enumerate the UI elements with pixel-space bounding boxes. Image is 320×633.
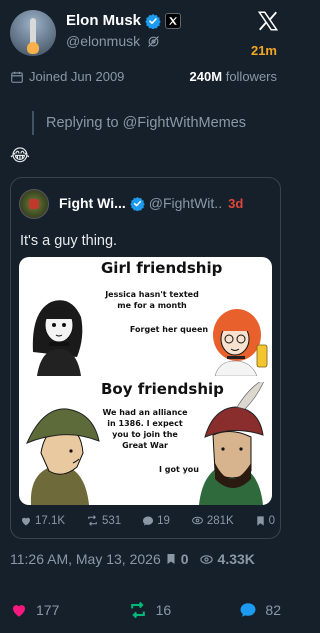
views-eye-icon (191, 514, 204, 527)
followers-label: followers (225, 69, 277, 84)
bookmark-icon (165, 552, 177, 566)
post-age: 21m (250, 43, 277, 58)
x-logo-icon[interactable] (257, 10, 279, 32)
joined-date: Joined Jun 2009 (10, 69, 124, 84)
quoted-bookmarks[interactable]: 0 (255, 515, 275, 527)
quoted-stats-row: 17.1K 531 19 281K 0 (20, 514, 275, 527)
profile-meta-row: Joined Jun 2009 240M followers (10, 69, 281, 84)
meme-top-title: Girl friendship (101, 259, 223, 277)
x-affiliate-badge-icon (165, 12, 182, 29)
tweet-text: 😂 (10, 146, 30, 165)
repost-button[interactable]: 16 (128, 600, 172, 620)
quoted-header: Fight Wi... @FightWit.. 3d (59, 195, 243, 211)
views-eye-icon (199, 552, 214, 567)
meme-top-line2: me for a month (117, 301, 187, 310)
flame-graphic (27, 42, 39, 54)
verified-badge-icon (145, 13, 161, 29)
meme-top-line3: Forget her queen (129, 325, 209, 334)
quoted-replies[interactable]: 19 (142, 515, 170, 527)
reply-bubble-icon (239, 601, 257, 619)
quoted-likes[interactable]: 17.1K (20, 515, 65, 527)
footer-bookmarks[interactable]: 0 (165, 551, 189, 567)
avatar[interactable] (10, 10, 56, 56)
quoted-reposts-count: 531 (101, 514, 122, 527)
thread-line (32, 111, 34, 135)
replies-count: 82 (265, 602, 281, 618)
meme-image[interactable]: Girl friendship Jessica hasn't texted me… (19, 257, 272, 505)
verified-badge-icon (130, 196, 145, 211)
followers-number: 240M (189, 69, 223, 84)
heart-icon (20, 515, 32, 527)
rocket-graphic (30, 18, 36, 44)
joined-label: Joined Jun 2009 (29, 69, 125, 84)
quoted-likes-count: 17.1K (35, 514, 66, 527)
author-handle[interactable]: @elonmusk (66, 33, 140, 49)
meme-bottom-line1: We had an alliance (102, 408, 188, 417)
author-name-row: Elon Musk (66, 12, 182, 29)
likes-count: 177 (36, 602, 60, 618)
followers-count[interactable]: 240M followers (190, 69, 277, 84)
redhead-girl-figure (213, 309, 268, 377)
meme-top-line1: Jessica hasn't texted (105, 290, 199, 299)
tweet-header: Elon Musk @elonmusk 21m (10, 8, 281, 58)
action-bar: 177 16 82 (10, 600, 281, 620)
repost-icon (86, 514, 99, 527)
quoted-author-handle[interactable]: @FightWit.. (149, 195, 222, 211)
quoted-author-name[interactable]: Fight Wi... (59, 195, 126, 211)
quoted-reposts[interactable]: 531 (86, 514, 121, 527)
reposts-count: 16 (155, 602, 172, 618)
quoted-views[interactable]: 281K (191, 514, 234, 527)
repost-icon (128, 600, 148, 620)
author-handle-row: @elonmusk (66, 33, 161, 49)
footer-bookmarks-count: 0 (180, 551, 189, 567)
meme-bottom-line4: Great War (122, 441, 168, 450)
bookmark-icon (255, 515, 266, 527)
quoted-avatar[interactable] (19, 189, 49, 219)
quoted-views-count: 281K (206, 514, 234, 527)
replying-to: Replying to @FightWithMemes (32, 110, 246, 136)
meme-bottom-title: Boy friendship (101, 380, 224, 398)
quoted-replies-count: 19 (157, 514, 170, 527)
heart-icon (10, 601, 28, 619)
reply-bubble-icon (142, 515, 154, 527)
calendar-icon (10, 70, 24, 84)
footer-views-count: 4.33K (217, 551, 255, 567)
meme-bottom-line5: I got you (159, 465, 199, 474)
replying-to-text[interactable]: Replying to @FightWithMemes (46, 115, 246, 131)
muted-notifications-icon (146, 34, 161, 49)
quoted-text: It's a guy thing. (20, 233, 118, 249)
post-timestamp[interactable]: 11:26 AM, May 13, 2026 (10, 551, 161, 567)
like-button[interactable]: 177 (10, 601, 59, 619)
meme-bottom-line3: you to join the (112, 430, 178, 439)
quoted-tweet[interactable]: Fight Wi... @FightWit.. 3d It's a guy th… (10, 177, 281, 539)
soldier-figure (26, 408, 100, 505)
quoted-post-age: 3d (228, 195, 244, 211)
reply-button[interactable]: 82 (239, 601, 281, 619)
author-name[interactable]: Elon Musk (66, 12, 141, 29)
footer-views[interactable]: 4.33K (199, 551, 255, 567)
meme-bottom-line2: in 1386. I expect (107, 419, 183, 428)
timestamp-row: 11:26 AM, May 13, 2026 0 4.33K (10, 551, 285, 567)
goth-girl-figure (32, 300, 83, 376)
quoted-bookmarks-count: 0 (268, 514, 275, 527)
